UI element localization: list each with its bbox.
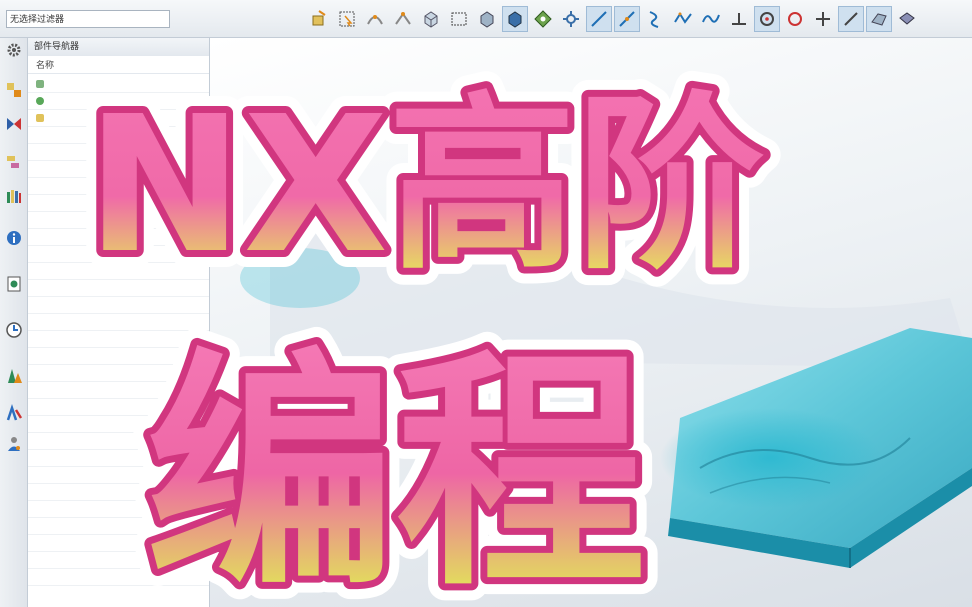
slash-icon[interactable] <box>838 6 864 32</box>
web-browser-icon[interactable] <box>2 272 26 296</box>
line2-icon[interactable] <box>614 6 640 32</box>
cube-select-icon[interactable] <box>418 6 444 32</box>
top-toolbar: 无选择过滤器 <box>0 0 972 38</box>
info-icon[interactable] <box>2 226 26 250</box>
list-item[interactable] <box>28 76 209 93</box>
list-item <box>28 365 209 382</box>
navigator-title: 部件导航器 <box>28 38 209 56</box>
list-item <box>28 195 209 212</box>
list-item <box>28 467 209 484</box>
list-item <box>28 348 209 365</box>
resource-bar <box>0 38 28 607</box>
reuse-library-icon[interactable] <box>2 184 26 208</box>
grid-snap-icon[interactable] <box>530 6 556 32</box>
snap2-icon[interactable] <box>390 6 416 32</box>
snap-point-icon[interactable] <box>558 6 584 32</box>
perpendicular-icon[interactable] <box>726 6 752 32</box>
list-item <box>28 144 209 161</box>
part-navigator-icon[interactable] <box>2 150 26 174</box>
select-box-icon[interactable] <box>334 6 360 32</box>
list-item <box>28 229 209 246</box>
list-item <box>28 314 209 331</box>
part-icon[interactable] <box>306 6 332 32</box>
graphics-window[interactable] <box>210 38 972 607</box>
list-item <box>28 297 209 314</box>
gear-icon[interactable] <box>2 38 26 62</box>
list-item <box>28 501 209 518</box>
history-icon[interactable] <box>2 318 26 342</box>
list-item <box>28 535 209 552</box>
list-item <box>28 399 209 416</box>
circle-icon[interactable] <box>782 6 808 32</box>
assembly-navigator-icon[interactable] <box>2 78 26 102</box>
face-icon[interactable] <box>866 6 892 32</box>
curve-icon[interactable] <box>642 6 668 32</box>
list-item <box>28 331 209 348</box>
list-item <box>28 416 209 433</box>
navigator-column-name[interactable]: 名称 <box>28 58 209 74</box>
list-item <box>28 246 209 263</box>
navigator-rows <box>28 76 209 586</box>
part-navigator-panel: 部件导航器 名称 <box>28 38 210 607</box>
list-item <box>28 484 209 501</box>
face2-icon[interactable] <box>894 6 920 32</box>
line-icon[interactable] <box>586 6 612 32</box>
constraint-navigator-icon[interactable] <box>2 112 26 136</box>
list-item <box>28 569 209 586</box>
plus-icon[interactable] <box>810 6 836 32</box>
list-item <box>28 450 209 467</box>
list-item <box>28 212 209 229</box>
list-item <box>28 518 209 535</box>
roles-icon[interactable] <box>2 432 26 456</box>
view-cube-icon[interactable] <box>502 6 528 32</box>
3d-model <box>240 228 972 568</box>
selection-filter-dropdown[interactable]: 无选择过滤器 <box>6 10 170 28</box>
list-item <box>28 127 209 144</box>
solid-icon[interactable] <box>474 6 500 32</box>
system-materials-icon[interactable] <box>2 364 26 388</box>
list-item <box>28 382 209 399</box>
circle-center-icon[interactable] <box>754 6 780 32</box>
list-item <box>28 263 209 280</box>
list-item <box>28 433 209 450</box>
list-item <box>28 552 209 569</box>
rect-select-icon[interactable] <box>446 6 472 32</box>
process-studio-icon[interactable] <box>2 402 26 426</box>
polyline-icon[interactable] <box>670 6 696 32</box>
spline-icon[interactable] <box>698 6 724 32</box>
list-item <box>28 280 209 297</box>
list-item[interactable] <box>28 110 209 127</box>
list-item[interactable] <box>28 93 209 110</box>
list-item <box>28 161 209 178</box>
snap-icon[interactable] <box>362 6 388 32</box>
list-item <box>28 178 209 195</box>
